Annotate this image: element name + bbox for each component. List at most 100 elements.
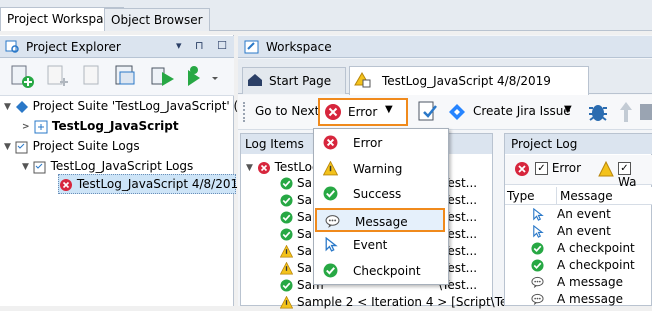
- arrow-up-icon[interactable]: [618, 100, 634, 124]
- menu-item-label: Warning: [353, 161, 403, 176]
- success-icon: [280, 211, 293, 224]
- error-icon: [257, 161, 270, 174]
- project-log-message: A checkpoint: [557, 241, 635, 255]
- panel-title: Project Explorer: [26, 40, 121, 54]
- project-log-rows: An event An event A checkpoint A checkpoint…: [505, 206, 652, 306]
- checkpoint-icon: [323, 263, 338, 277]
- add-new-item-icon[interactable]: [8, 64, 38, 90]
- project-icon: [34, 120, 48, 133]
- logs-folder-icon: [15, 141, 28, 153]
- add-existing-item-icon[interactable]: [44, 64, 74, 90]
- project-log-columns: Type Message: [505, 187, 652, 205]
- error-log-icon: [60, 178, 72, 191]
- collapse-arrow-icon[interactable]: ▼: [246, 158, 253, 178]
- project-log-row[interactable]: A message: [505, 291, 652, 308]
- warning-filter-checkbox[interactable]: ✓ Wa: [618, 161, 652, 189]
- project-log-row[interactable]: An event: [505, 206, 652, 223]
- log-item-row[interactable]: Sample 2 < Iteration 4 > [Script\Test...: [279, 294, 530, 311]
- warning-icon: [279, 261, 294, 275]
- dropdown-value: Error: [348, 105, 378, 119]
- checkpoint-icon: [531, 242, 544, 255]
- success-icon: [280, 177, 293, 190]
- success-icon: [323, 186, 338, 201]
- column-divider: [556, 187, 557, 205]
- home-icon: [248, 74, 262, 86]
- event-icon: [325, 237, 338, 252]
- chevron-down-icon: ▼: [385, 104, 393, 115]
- collapse-arrow-icon[interactable]: ▼: [4, 137, 11, 157]
- tree-item-log-selected[interactable]: TestLog_JavaScript 4/8/2019 12: [58, 174, 265, 194]
- tree-item-project-suite[interactable]: ▼ Project Suite 'TestLog_JavaScript' (1 …: [4, 96, 269, 116]
- project-explorer-icon: [5, 40, 19, 53]
- warning-icon: [279, 295, 294, 309]
- menu-item-label: Message: [355, 214, 408, 229]
- log-tab-icon: [354, 72, 371, 88]
- tree-item-project-suite-logs[interactable]: ▼ Project Suite Logs: [4, 136, 140, 156]
- checkpoint-icon: [531, 259, 544, 272]
- collapse-arrow-icon[interactable]: ▼: [4, 97, 11, 117]
- project-log-message: A checkpoint: [557, 258, 635, 272]
- warning-icon: [279, 244, 294, 258]
- dropdown-menu-items: Error Warning Success Message Event Checkpoin…: [313, 129, 449, 284]
- column-message[interactable]: Message: [560, 189, 613, 203]
- event-icon: [533, 208, 544, 221]
- project-log-row[interactable]: A checkpoint: [505, 257, 652, 274]
- toolbar-grip: [243, 102, 245, 122]
- run-project-icon[interactable]: [150, 64, 178, 90]
- menu-item-label: Checkpoint: [353, 263, 421, 278]
- success-icon: [280, 228, 293, 241]
- column-type[interactable]: Type: [507, 189, 535, 203]
- success-icon: [280, 194, 293, 207]
- project-log-message: A message: [557, 292, 623, 306]
- project-suite-icon: [15, 100, 28, 113]
- remove-item-icon[interactable]: [80, 64, 106, 90]
- menu-item-label: Success: [353, 187, 402, 201]
- menu-item-label: Event: [353, 238, 388, 252]
- menu-item-warning[interactable]: Warning: [315, 157, 445, 181]
- project-log-header: Project Log: [505, 134, 652, 154]
- more-icon[interactable]: [640, 104, 652, 120]
- tree-item-project-logs[interactable]: ▼ TestLog_JavaScript Logs: [22, 156, 193, 176]
- expand-arrow-icon[interactable]: >: [22, 117, 30, 137]
- tab-object-browser[interactable]: Object Browser: [104, 8, 210, 31]
- run-options-icon[interactable]: [182, 64, 222, 90]
- workspace-icon: [244, 40, 259, 54]
- project-log-message: A message: [557, 275, 623, 289]
- project-log-row[interactable]: A message: [505, 274, 652, 291]
- error-filter-checkbox[interactable]: ✓ Error: [535, 161, 581, 175]
- menu-item-label: Error: [353, 136, 383, 150]
- log-items-root[interactable]: ▼ TestLog: [246, 157, 320, 177]
- jira-dropdown-arrow-icon[interactable]: ▼: [564, 104, 572, 115]
- tab-test-log[interactable]: TestLog_JavaScript 4/8/2019 12:2...: [349, 66, 589, 116]
- menu-item-message[interactable]: Message: [315, 207, 445, 232]
- create-jira-issue-button[interactable]: Create Jira Issue: [473, 104, 571, 118]
- menu-item-checkpoint[interactable]: Checkpoint: [315, 259, 445, 283]
- error-icon: [325, 104, 341, 120]
- menu-item-success[interactable]: Success: [315, 182, 445, 206]
- check-document-icon[interactable]: [416, 100, 440, 124]
- warning-icon: [323, 160, 338, 175]
- logs-icon: [33, 161, 46, 173]
- bug-icon[interactable]: [586, 100, 610, 124]
- message-icon: [325, 214, 340, 228]
- go-to-next-label: Go to Next:: [255, 104, 324, 118]
- project-log-row[interactable]: An event: [505, 223, 652, 240]
- message-icon: [531, 276, 544, 289]
- menu-item-event[interactable]: Event: [315, 233, 445, 257]
- project-log-message: An event: [557, 224, 611, 238]
- warning-filter-icon: [598, 161, 614, 177]
- success-icon: [280, 279, 293, 292]
- tree-item-project[interactable]: > TestLog_JavaScript: [22, 116, 179, 136]
- jira-icon[interactable]: [447, 103, 467, 121]
- error-filter-icon: [515, 162, 529, 176]
- message-icon: [531, 293, 544, 306]
- project-log-row[interactable]: A checkpoint: [505, 240, 652, 257]
- workspace-header: Workspace: [238, 36, 652, 58]
- project-log-message: An event: [557, 207, 611, 221]
- explorer-tree: ▼ Project Suite 'TestLog_JavaScript' (1 …: [0, 96, 269, 216]
- event-icon: [533, 225, 544, 238]
- settings-icon[interactable]: [112, 64, 142, 90]
- log-item-label: Sample 2 < Iteration 4 > [Script\Test...: [297, 295, 530, 309]
- menu-item-error[interactable]: Error: [315, 131, 445, 155]
- collapse-arrow-icon[interactable]: ▼: [22, 157, 29, 177]
